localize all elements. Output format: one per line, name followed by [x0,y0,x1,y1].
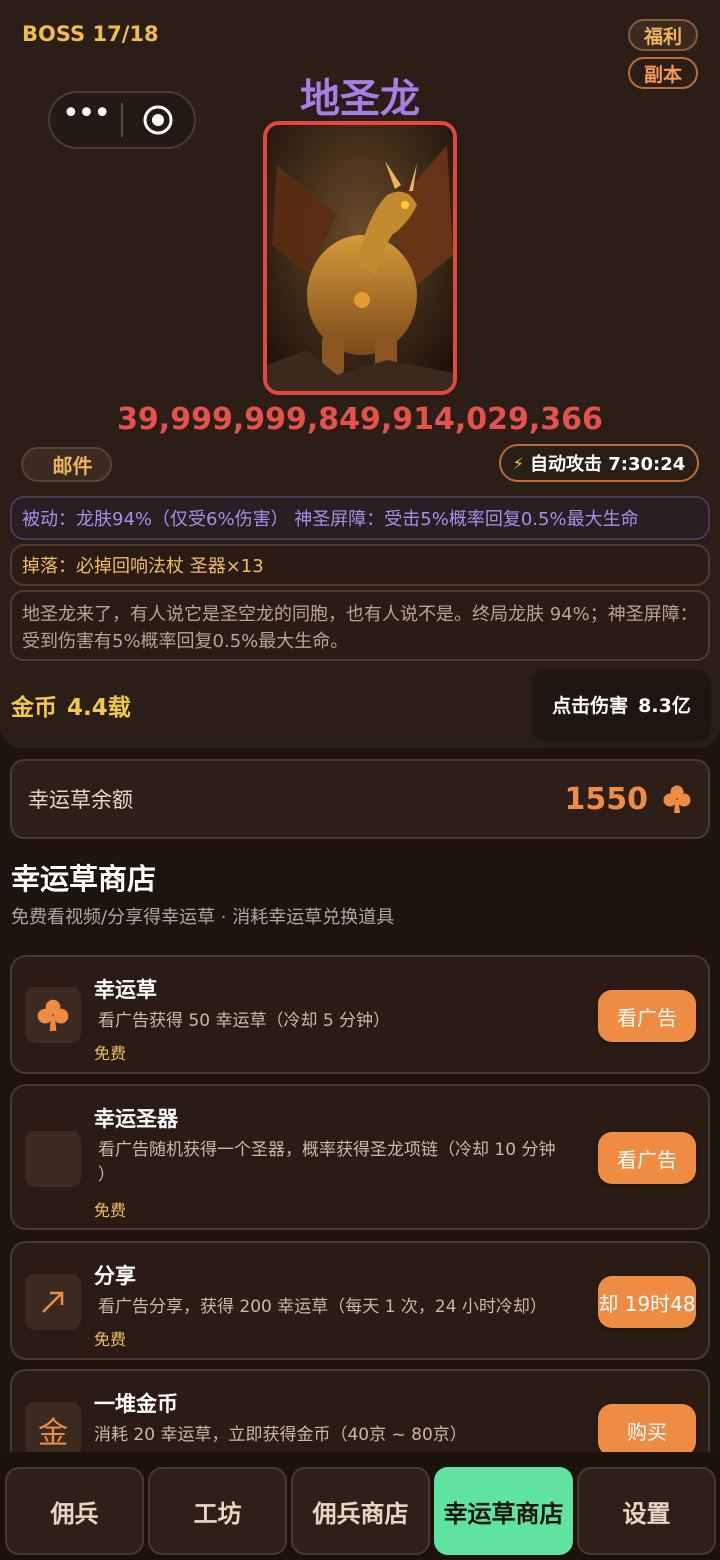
gold-char-icon: 金 [25,1402,81,1458]
tab-mercenary-shop[interactable]: 佣兵商店 [291,1467,430,1555]
boss-panel: BOSS 17/18 福利 副本 ••• 地圣龙 39,999,999,849,… [0,0,720,748]
item-price: 免费 [94,1044,127,1063]
item-price: 免费 [94,1201,127,1220]
gold-display: 金币 4.4载 [11,688,131,722]
shop-subtitle: 免费看视频/分享得幸运草 · 消耗幸运草兑换道具 [11,907,395,928]
watch-ad-button[interactable]: 看广告 [598,990,696,1042]
dragon-illustration [267,125,453,391]
balance-value-group: 1550 [565,782,693,817]
boss-description: 地圣龙来了，有人说它是圣空龙的同胞，也有人说不是。终局龙肤 94%；神圣屏障：受… [10,590,710,661]
item-title: 一堆金币 [94,1392,178,1416]
tab-clover-shop[interactable]: 幸运草商店 [434,1467,573,1555]
clover-balance-card: 幸运草余额 1550 [10,759,710,839]
shop-title: 幸运草商店 [11,862,157,896]
shop-item-clover: 幸运草 看广告获得 50 幸运草（冷却 5 分钟） 免费 看广告 [10,955,710,1074]
watch-ad-button[interactable]: 看广告 [598,1132,696,1184]
item-desc: 看广告分享，获得 200 幸运草（每天 1 次，24 小时冷却） [98,1297,547,1317]
drop-info: 掉落：必掉回响法杖 圣器×13 [10,544,710,586]
welfare-button[interactable]: 福利 [628,19,698,51]
tab-settings[interactable]: 设置 [577,1467,716,1555]
item-title: 分享 [94,1264,136,1288]
boss-portrait[interactable] [263,121,457,395]
click-damage-value: 8.3亿 [638,694,691,717]
clover-icon [25,987,81,1043]
mail-button[interactable]: 邮件 [21,447,112,482]
clover-icon [663,785,691,813]
item-desc: 消耗 20 幸运草，立即获得金币（40京 ~ 80京） [94,1425,467,1445]
item-title: 幸运草 [94,978,157,1002]
bottom-nav: 佣兵 工坊 佣兵商店 幸运草商店 设置 [0,1452,720,1560]
item-title: 幸运圣器 [94,1107,178,1131]
share-cooldown-button[interactable]: 却 19时48 [598,1276,696,1328]
gold-value: 4.4载 [67,695,131,721]
boss-name: 地圣龙 [300,76,420,122]
auto-attack-button[interactable]: ⚡ 自动攻击 7:30:24 [499,444,699,482]
blank-icon [25,1131,81,1187]
item-desc: 看广告获得 50 幸运草（冷却 5 分钟） [98,1011,391,1031]
boss-hp: 39,999,999,849,914,029,366 [117,402,603,437]
tab-mercenary[interactable]: 佣兵 [5,1467,144,1555]
shop-item-share: 分享 看广告分享，获得 200 幸运草（每天 1 次，24 小时冷却） 免费 却… [10,1241,710,1360]
shop-item-lucky-relic: 幸运圣器 看广告随机获得一个圣器，概率获得圣龙项链（冷却 10 分钟 ） 免费 … [10,1084,710,1230]
balance-value: 1550 [564,781,649,817]
buy-button[interactable]: 购买 [598,1404,696,1456]
passive-info: 被动：龙肤94%（仅受6%伤害） 神圣屏障：受击5%概率回复0.5%最大生命 [10,496,710,540]
item-price: 免费 [94,1330,127,1349]
drop-text: 掉落：必掉回响法杖 圣器×13 [22,556,264,577]
item-desc-continued: ） [98,1165,115,1185]
balance-label: 幸运草余额 [28,788,133,812]
boss-counter: BOSS 17/18 [22,22,159,46]
auto-attack-label: 自动攻击 7:30:24 [529,454,686,475]
description-text: 地圣龙来了，有人说它是圣空龙的同胞，也有人说不是。终局龙肤 94%；神圣屏障：受… [22,604,698,652]
lightning-icon: ⚡ [512,453,524,473]
passive-text: 被动：龙肤94%（仅受6%伤害） 神圣屏障：受击5%概率回复0.5%最大生命 [22,509,639,530]
share-arrow-icon [25,1274,81,1330]
gold-label: 金币 [11,695,57,721]
click-damage-display: 点击伤害 8.3亿 [534,670,709,738]
tab-workshop[interactable]: 工坊 [148,1467,287,1555]
item-desc: 看广告随机获得一个圣器，概率获得圣龙项链（冷却 10 分钟 [98,1140,556,1160]
click-damage-label: 点击伤害 [552,694,629,717]
